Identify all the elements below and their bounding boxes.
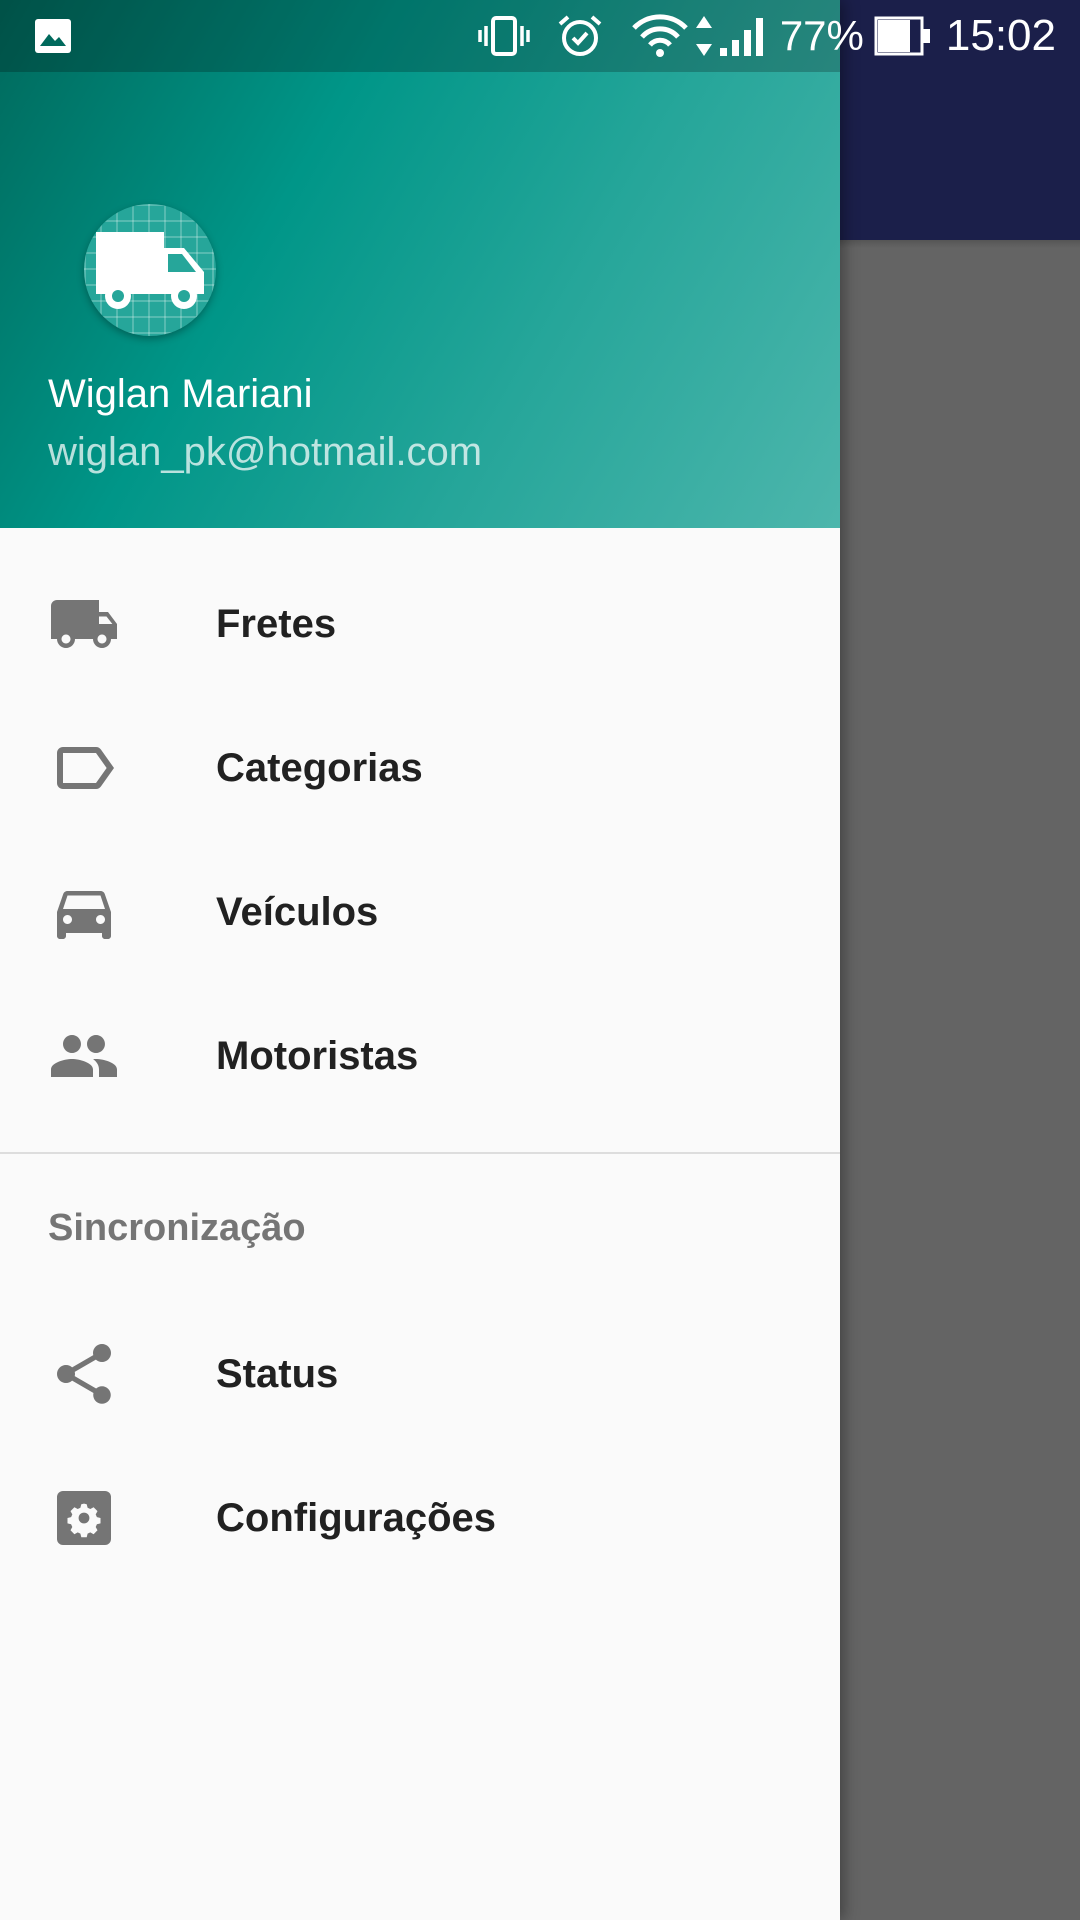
share-icon xyxy=(48,1338,120,1410)
drawer-menu: Fretes Categorias Veículos Motoristas Si… xyxy=(0,528,840,1590)
label-icon xyxy=(48,732,120,804)
wifi-icon xyxy=(630,12,690,60)
section-header-sincronizacao: Sincronização xyxy=(48,1206,306,1249)
avatar[interactable] xyxy=(84,204,216,336)
drawer-header: Wiglan Mariani wiglan_pk@hotmail.com xyxy=(0,0,840,528)
menu-item-label: Veículos xyxy=(216,889,379,934)
battery-percent: 77% xyxy=(779,12,864,59)
menu-item-veiculos[interactable]: Veículos xyxy=(0,840,840,984)
menu-item-label: Fretes xyxy=(216,601,337,646)
menu-item-label: Configurações xyxy=(216,1495,497,1540)
gallery-icon xyxy=(34,18,72,54)
menu-item-label: Categorias xyxy=(216,745,423,790)
user-name: Wiglan Mariani xyxy=(48,372,313,416)
vibrate-icon xyxy=(478,12,530,60)
settings-icon xyxy=(48,1482,120,1554)
navigation-drawer: Wiglan Mariani wiglan_pk@hotmail.com Fre… xyxy=(0,0,840,1920)
people-icon xyxy=(48,1020,120,1092)
status-bar: 77% 15:02 xyxy=(0,0,1080,72)
signal-icon xyxy=(718,12,766,60)
menu-item-status[interactable]: Status xyxy=(0,1302,840,1446)
battery-icon xyxy=(874,12,932,60)
menu-item-label: Status xyxy=(216,1351,339,1396)
menu-item-label: Motoristas xyxy=(216,1033,419,1078)
truck-icon xyxy=(48,588,120,660)
menu-item-fretes[interactable]: Fretes xyxy=(0,552,840,696)
data-arrows-icon xyxy=(694,12,714,60)
status-icons: 77% 15:02 xyxy=(478,0,1056,72)
alarm-icon xyxy=(554,12,606,60)
clock: 15:02 xyxy=(945,11,1056,60)
menu-item-categorias[interactable]: Categorias xyxy=(0,696,840,840)
menu-item-configuracoes[interactable]: Configurações xyxy=(0,1446,840,1590)
menu-item-motoristas[interactable]: Motoristas xyxy=(0,984,840,1128)
user-email: wiglan_pk@hotmail.com xyxy=(48,430,483,474)
truck-icon xyxy=(96,232,204,309)
car-icon xyxy=(48,876,120,948)
